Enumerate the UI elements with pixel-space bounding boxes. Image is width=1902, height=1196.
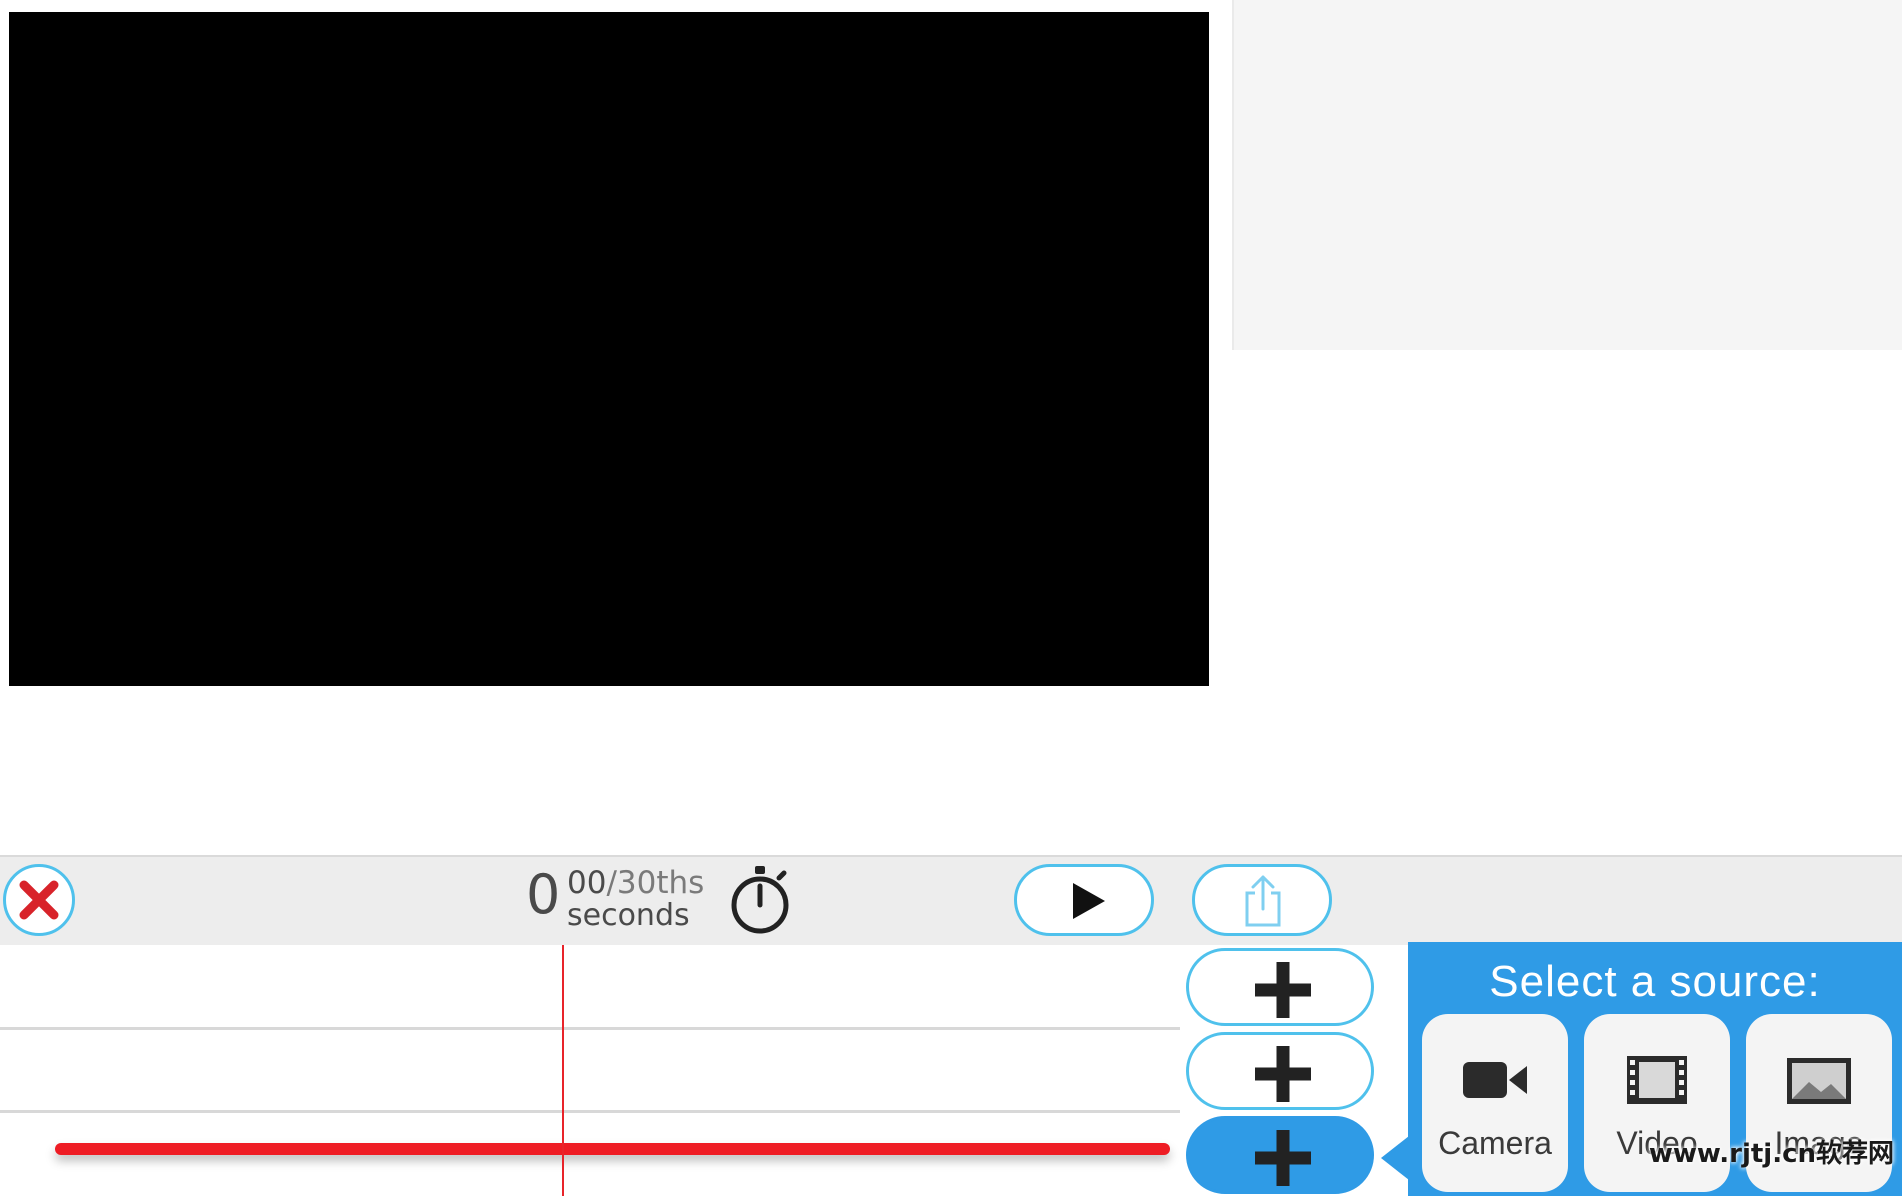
popover-pointer [1381, 1136, 1409, 1180]
video-track-clip[interactable] [55, 1143, 1170, 1155]
plus-icon [1255, 962, 1311, 1018]
close-icon [19, 880, 59, 920]
playhead[interactable] [562, 945, 564, 1196]
source-camera-label: Camera [1438, 1125, 1552, 1161]
timer-unit: seconds [567, 898, 690, 933]
toolbar [0, 855, 1902, 945]
timer-seconds: 0 [526, 863, 561, 926]
timer-fraction-value: 00 [567, 865, 607, 901]
timer-fraction: 00/30ths [567, 866, 704, 900]
image-icon [1787, 1058, 1851, 1104]
track-divider [0, 1110, 1180, 1113]
side-panel [1232, 0, 1902, 350]
watermark: www.rjtj.cn软荐网 [1648, 1139, 1894, 1169]
share-icon [1245, 875, 1281, 927]
play-icon [1073, 883, 1105, 919]
share-button[interactable] [1192, 864, 1332, 936]
track-divider [0, 1027, 1180, 1030]
stopwatch-icon[interactable] [727, 864, 793, 936]
plus-icon [1255, 1130, 1311, 1186]
timer-fraction-unit: /30ths [606, 865, 705, 901]
source-camera-button[interactable]: Camera [1422, 1014, 1568, 1192]
close-button[interactable] [3, 864, 75, 936]
video-preview [9, 12, 1209, 686]
add-track-button[interactable] [1186, 948, 1374, 1026]
play-button[interactable] [1014, 864, 1154, 936]
source-picker-title: Select a source: [1489, 957, 1821, 1006]
video-camera-icon [1463, 1062, 1527, 1098]
add-track-button[interactable] [1186, 1032, 1374, 1110]
plus-icon [1255, 1046, 1311, 1102]
add-track-button-active[interactable] [1186, 1116, 1374, 1194]
timeline[interactable] [0, 945, 1180, 1196]
film-strip-icon [1627, 1056, 1687, 1104]
